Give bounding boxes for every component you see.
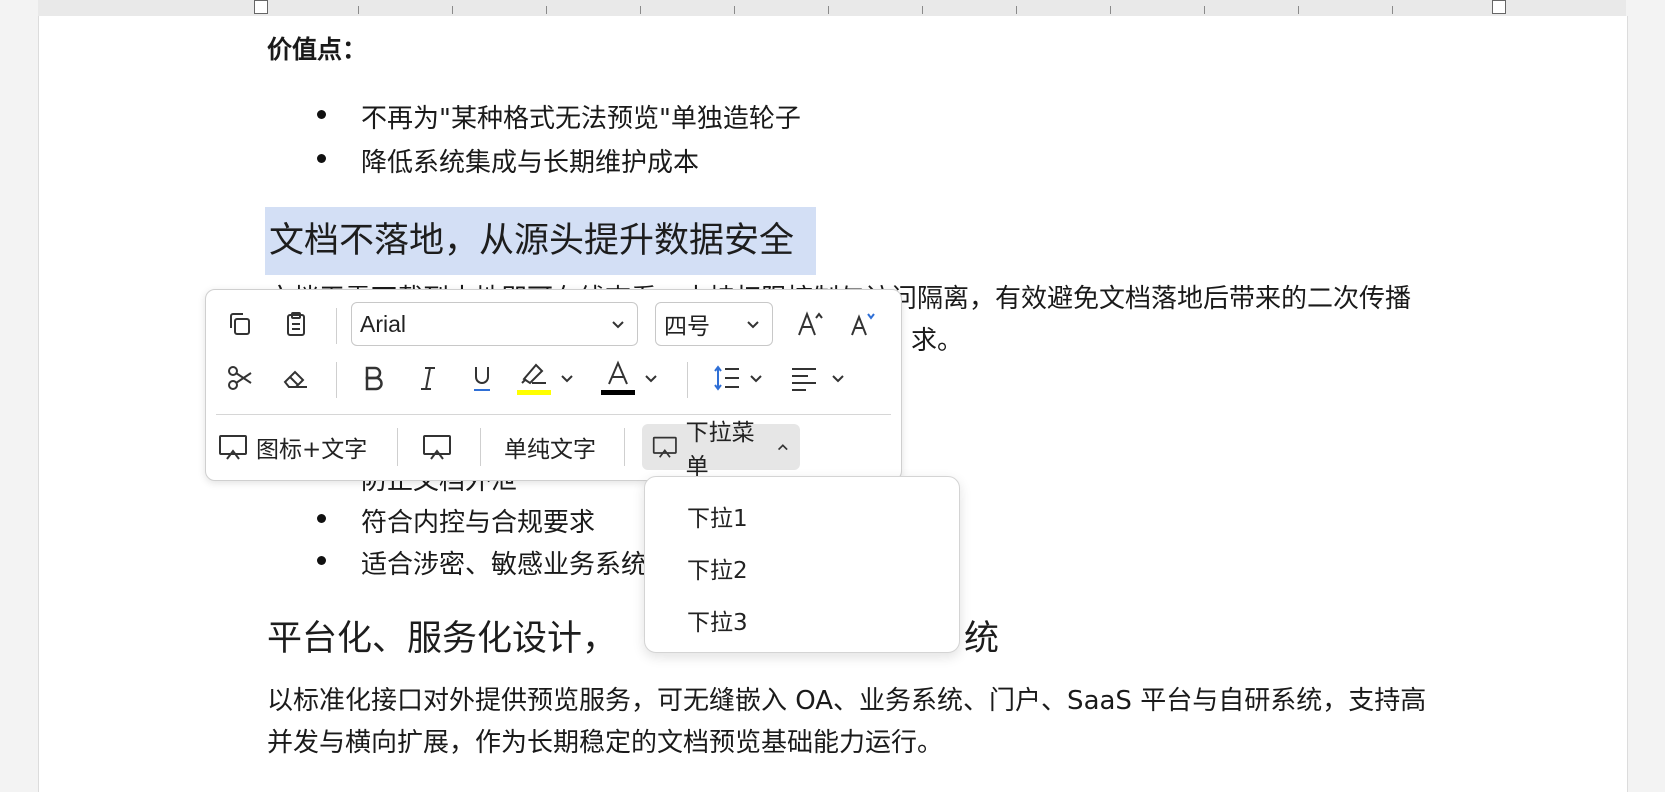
scissors-icon: [228, 366, 252, 390]
icon-text-mode-label: 图标+文字: [256, 437, 368, 463]
bullet-dot: [317, 110, 326, 119]
underline-button[interactable]: [464, 358, 500, 398]
font-size-select[interactable]: 四号: [655, 302, 773, 346]
selected-heading[interactable]: 文档不落地，从源头提升数据安全: [265, 207, 817, 275]
presentation-icon: [423, 435, 451, 460]
list-item-text: 符合内控与合规要求: [361, 508, 596, 538]
separator: [397, 428, 398, 466]
toolbar-divider: [216, 414, 891, 415]
chevron-down-icon: [750, 375, 762, 383]
chevron-down-icon: [747, 321, 759, 329]
list-item: 降低系统集成与长期维护成本: [317, 142, 700, 179]
dropdown-menu: 下拉1 下拉2 下拉3: [644, 476, 960, 653]
copy-icon: [230, 313, 250, 335]
highlight-color-swatch: [517, 390, 551, 395]
chevron-down-icon: [561, 375, 573, 383]
underline-icon: [474, 367, 490, 391]
list-item: 不再为"某种格式无法预览"单独造轮子: [317, 98, 801, 135]
list-item-text: 适合涉密、敏感业务系统: [361, 550, 648, 580]
text-only-mode-button[interactable]: 单纯文字: [504, 424, 596, 470]
bullet-dot: [317, 154, 326, 163]
horizontal-ruler[interactable]: [38, 0, 1626, 17]
line-spacing-icon: [714, 365, 739, 391]
list-item: 符合内控与合规要求: [317, 502, 596, 539]
bold-button[interactable]: [356, 358, 392, 398]
separator: [336, 362, 337, 398]
separator: [624, 428, 625, 466]
font-color-swatch: [601, 390, 635, 395]
ruler-tick: [452, 6, 453, 14]
value-label: 价值点：: [267, 35, 368, 64]
dropdown-item-1[interactable]: 下拉1: [687, 499, 748, 533]
ruler-tick: [1298, 6, 1299, 14]
floating-format-toolbar: Arial 四号 图标+文字 单纯文字 下拉菜单: [205, 289, 902, 481]
icon-text-mode-button[interactable]: 图标+文字: [218, 424, 367, 470]
italic-button[interactable]: [410, 358, 446, 398]
font-grow-icon: [798, 311, 823, 336]
font-shrink-icon: [851, 313, 875, 336]
platform-paragraph-line1: 以标准化接口对外提供预览服务，可无缝嵌入 OA、业务系统、门户、SaaS 平台与…: [267, 686, 1427, 716]
icon-only-mode-button[interactable]: [422, 424, 452, 470]
font-family-value: Arial: [360, 310, 407, 337]
ruler-tick: [828, 6, 829, 14]
align-dropdown[interactable]: [828, 358, 848, 398]
ruler-tick: [358, 6, 359, 14]
bullet-dot: [317, 556, 326, 565]
ruler-tick: [640, 6, 641, 14]
chevron-up-icon: [778, 444, 789, 451]
ruler-tick: [1016, 6, 1017, 14]
platform-heading-left: 平台化、服务化设计，: [267, 619, 618, 659]
separator: [336, 308, 337, 344]
line-spacing-dropdown[interactable]: [746, 358, 766, 398]
italic-icon: [421, 367, 435, 390]
platform-paragraph-line2: 并发与横向扩展，作为长期稳定的文档预览基础能力运行。: [267, 728, 944, 758]
decrease-font-size-button[interactable]: [842, 304, 882, 344]
presentation-icon: [652, 436, 677, 458]
align-button[interactable]: [782, 358, 826, 398]
ruler-tick: [1392, 6, 1393, 14]
copy-button[interactable]: [220, 304, 260, 344]
cut-button[interactable]: [220, 358, 260, 398]
highlighter-icon: [521, 363, 546, 385]
paste-button[interactable]: [276, 304, 316, 344]
font-size-value: 四号: [664, 313, 710, 339]
chevron-down-icon: [612, 321, 624, 329]
list-item: 适合涉密、敏感业务系统: [317, 544, 648, 581]
list-item-text: 降低系统集成与长期维护成本: [361, 148, 700, 178]
ruler-right-indent-marker[interactable]: [1492, 0, 1506, 14]
increase-font-size-button[interactable]: [790, 304, 830, 344]
list-item-text: 不再为"某种格式无法预览"单独造轮子: [361, 104, 801, 134]
chevron-down-icon: [832, 375, 844, 383]
clear-format-button[interactable]: [276, 358, 316, 398]
eraser-icon: [283, 370, 307, 388]
dropdown-menu-mode-button[interactable]: 下拉菜单: [642, 420, 800, 480]
presentation-icon: [219, 435, 247, 460]
text-only-mode-label: 单纯文字: [504, 437, 596, 463]
font-color-dropdown[interactable]: [640, 358, 662, 398]
ruler-left-indent-marker[interactable]: [254, 0, 268, 14]
separator: [480, 428, 481, 466]
ruler-tick: [734, 6, 735, 14]
ruler-tick: [546, 6, 547, 14]
dropdown-menu-mode-label: 下拉菜单: [685, 420, 755, 480]
ruler-tick: [922, 6, 923, 14]
clipboard-icon: [287, 312, 305, 336]
highlight-color-button[interactable]: [512, 354, 556, 394]
font-family-select[interactable]: Arial: [351, 302, 638, 346]
platform-heading-right: 统: [964, 619, 1000, 659]
separator: [687, 362, 688, 398]
bold-icon: [365, 366, 383, 391]
security-paragraph-line2: 求。: [911, 326, 964, 356]
align-left-icon: [792, 368, 816, 391]
line-spacing-button[interactable]: [706, 358, 746, 398]
font-color-button[interactable]: [596, 354, 640, 394]
dropdown-item-2[interactable]: 下拉2: [687, 551, 748, 585]
chevron-down-icon: [645, 375, 657, 383]
font-color-icon: [608, 360, 628, 385]
bullet-dot: [317, 514, 326, 523]
ruler-tick: [1110, 6, 1111, 14]
highlight-color-dropdown[interactable]: [556, 358, 578, 398]
dropdown-item-3[interactable]: 下拉3: [687, 603, 748, 637]
ruler-tick: [1204, 6, 1205, 14]
